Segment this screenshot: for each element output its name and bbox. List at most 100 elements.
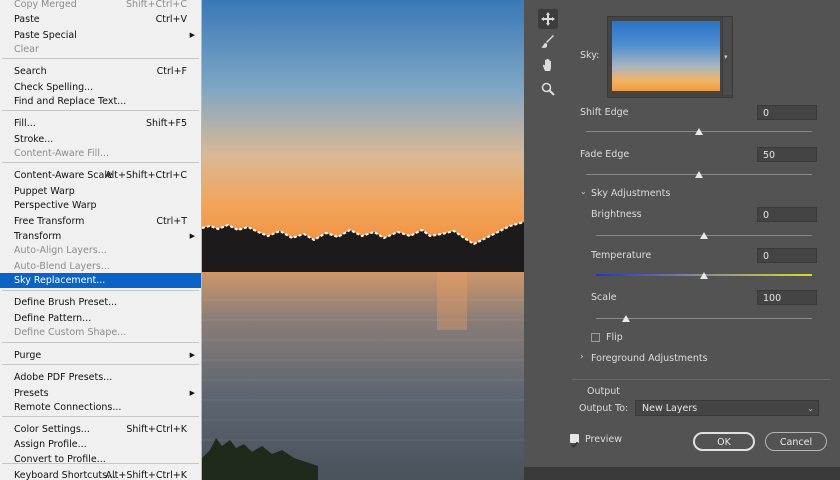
scale-thumb[interactable] <box>622 315 631 322</box>
menu-item-label: Clear <box>14 44 39 55</box>
fade-edge-thumb[interactable] <box>695 171 703 178</box>
menu-item[interactable]: Remote Connections... <box>0 400 201 415</box>
temperature-thumb[interactable] <box>700 272 708 279</box>
menu-item[interactable]: Adobe PDF Presets... <box>0 370 201 385</box>
menu-item[interactable]: Content-Aware Scale Alt+Shift+Ctrl+C <box>0 168 201 183</box>
output-section-label: Output <box>587 386 620 397</box>
sky-preset-picker[interactable]: ▾ <box>607 16 733 98</box>
foreground-adjustments-chevron-icon[interactable]: › <box>580 352 584 362</box>
sunset-lake-image <box>202 0 524 480</box>
menu-item[interactable]: Assign Profile... <box>0 437 201 452</box>
temperature-label: Temperature <box>591 250 652 261</box>
submenu-arrow-icon: ▶ <box>189 389 195 397</box>
menu-item-label: Define Custom Shape... <box>14 327 127 338</box>
menu-item[interactable]: Define Pattern... <box>0 311 201 326</box>
menu-item[interactable]: Transform ▶ <box>0 229 201 244</box>
menu-item[interactable]: Sky Replacement... <box>0 273 201 288</box>
menu-item-label: Fill... <box>14 118 36 129</box>
menu-item-label: Copy Merged <box>14 0 77 10</box>
temperature-input[interactable]: 0 <box>757 248 817 263</box>
output-to-label: Output To: <box>579 403 629 414</box>
zoom-tool-icon[interactable] <box>538 79 558 99</box>
menu-item-label: Perspective Warp <box>14 200 97 211</box>
fade-edge-input[interactable]: 50 <box>757 147 817 162</box>
menu-item-label: Remote Connections... <box>14 402 122 413</box>
submenu-arrow-icon: ▶ <box>189 31 195 39</box>
menu-item-label: Auto-Align Layers... <box>14 245 107 256</box>
menu-item-label: Content-Aware Fill... <box>14 148 110 159</box>
brightness-thumb[interactable] <box>700 232 708 239</box>
checkmark-icon <box>570 441 579 448</box>
menu-item[interactable]: Paste Ctrl+V <box>0 12 201 27</box>
sky-brush-icon[interactable] <box>538 32 558 52</box>
menu-item[interactable]: Search Ctrl+F <box>0 64 201 79</box>
menu-item-label: Paste Special <box>14 30 77 41</box>
menu-item[interactable]: Color Settings... Shift+Ctrl+K <box>0 422 201 437</box>
menu-item-shortcut: Ctrl+T <box>156 216 187 227</box>
menu-item[interactable]: Check Spelling... <box>0 80 201 95</box>
menu-item-label: Paste <box>14 14 40 25</box>
menu-item: Copy Merged Shift+Ctrl+C <box>0 0 201 12</box>
shift-edge-thumb[interactable] <box>695 128 703 135</box>
menu-item-label: Presets <box>14 388 49 399</box>
menu-item[interactable]: Presets ▶ <box>0 386 201 401</box>
shift-edge-label: Shift Edge <box>580 107 629 118</box>
menu-separator <box>2 58 199 59</box>
foreground-adjustments-header[interactable]: Foreground Adjustments <box>591 353 708 364</box>
menu-item-shortcut: Alt+Shift+Ctrl+C <box>105 170 187 181</box>
edit-menu: Copy Merged Shift+Ctrl+C Paste Ctrl+V Paste … <box>0 0 202 480</box>
hand-tool-icon[interactable] <box>538 55 558 75</box>
canvas-photo[interactable] <box>202 0 524 480</box>
menu-item-label: Define Pattern... <box>14 313 92 324</box>
sky-adjustments-chevron-icon[interactable]: ⌄ <box>580 187 587 196</box>
menu-separator <box>2 110 199 111</box>
move-tool-icon[interactable] <box>538 9 558 29</box>
menu-item[interactable]: Stroke... <box>0 132 201 147</box>
menu-item-label: Define Brush Preset... <box>14 297 118 308</box>
menu-item-label: Puppet Warp <box>14 186 75 197</box>
menu-item-shortcut: Ctrl+F <box>156 66 187 77</box>
sky-preset-dropdown[interactable]: ▾ <box>722 17 732 95</box>
menu-item-label: Content-Aware Scale <box>14 170 113 181</box>
menu-item[interactable]: Define Brush Preset... <box>0 295 201 310</box>
menu-item-label: Search <box>14 66 47 77</box>
menu-item[interactable]: Find and Replace Text... <box>0 94 201 109</box>
output-to-select[interactable]: New Layers ⌄ <box>635 400 819 416</box>
ok-button[interactable]: OK <box>693 432 755 451</box>
menu-separator <box>2 290 199 291</box>
menu-item[interactable]: Free Transform Ctrl+T <box>0 214 201 229</box>
brightness-label: Brightness <box>591 209 642 220</box>
cancel-button[interactable]: Cancel <box>765 432 827 451</box>
menu-item-label: Find and Replace Text... <box>14 96 127 107</box>
sky-adjustments-header[interactable]: Sky Adjustments <box>591 188 670 199</box>
menu-item-label: Auto-Blend Layers... <box>14 261 110 272</box>
chevron-down-icon: ▾ <box>724 53 728 61</box>
menu-item[interactable]: Perspective Warp <box>0 198 201 213</box>
shift-edge-input[interactable]: 0 <box>757 105 817 120</box>
menu-item-label: Check Spelling... <box>14 82 94 93</box>
submenu-arrow-icon: ▶ <box>189 232 195 240</box>
menu-separator <box>2 342 199 343</box>
chevron-down-icon: ⌄ <box>807 404 814 413</box>
flip-checkbox[interactable] <box>591 333 600 342</box>
menu-item-label: Stroke... <box>14 134 54 145</box>
menu-item-label: Keyboard Shortcuts... <box>14 470 117 480</box>
menu-item-label: Adobe PDF Presets... <box>14 372 113 383</box>
menu-item-label: Color Settings... <box>14 424 90 435</box>
scale-input[interactable]: 100 <box>757 290 817 305</box>
menu-item-shortcut: Shift+Ctrl+C <box>125 0 187 10</box>
menu-item[interactable]: Keyboard Shortcuts... Alt+Shift+Ctrl+K <box>0 468 201 480</box>
menu-item[interactable]: Puppet Warp <box>0 184 201 199</box>
menu-item: Auto-Align Layers... <box>0 243 201 258</box>
preview-checkbox[interactable] <box>570 434 579 448</box>
sky-label: Sky: <box>580 50 600 61</box>
brightness-input[interactable]: 0 <box>757 207 817 222</box>
menu-item[interactable]: Fill... Shift+F5 <box>0 116 201 131</box>
menu-item: Clear <box>0 42 201 57</box>
menu-item[interactable]: Convert to Profile... <box>0 452 201 467</box>
dialog-toolbar <box>524 0 574 467</box>
menu-separator <box>2 162 199 163</box>
menu-item[interactable]: Purge ▶ <box>0 348 201 363</box>
menu-item[interactable]: Paste Special ▶ <box>0 28 201 43</box>
scale-label: Scale <box>591 292 617 303</box>
